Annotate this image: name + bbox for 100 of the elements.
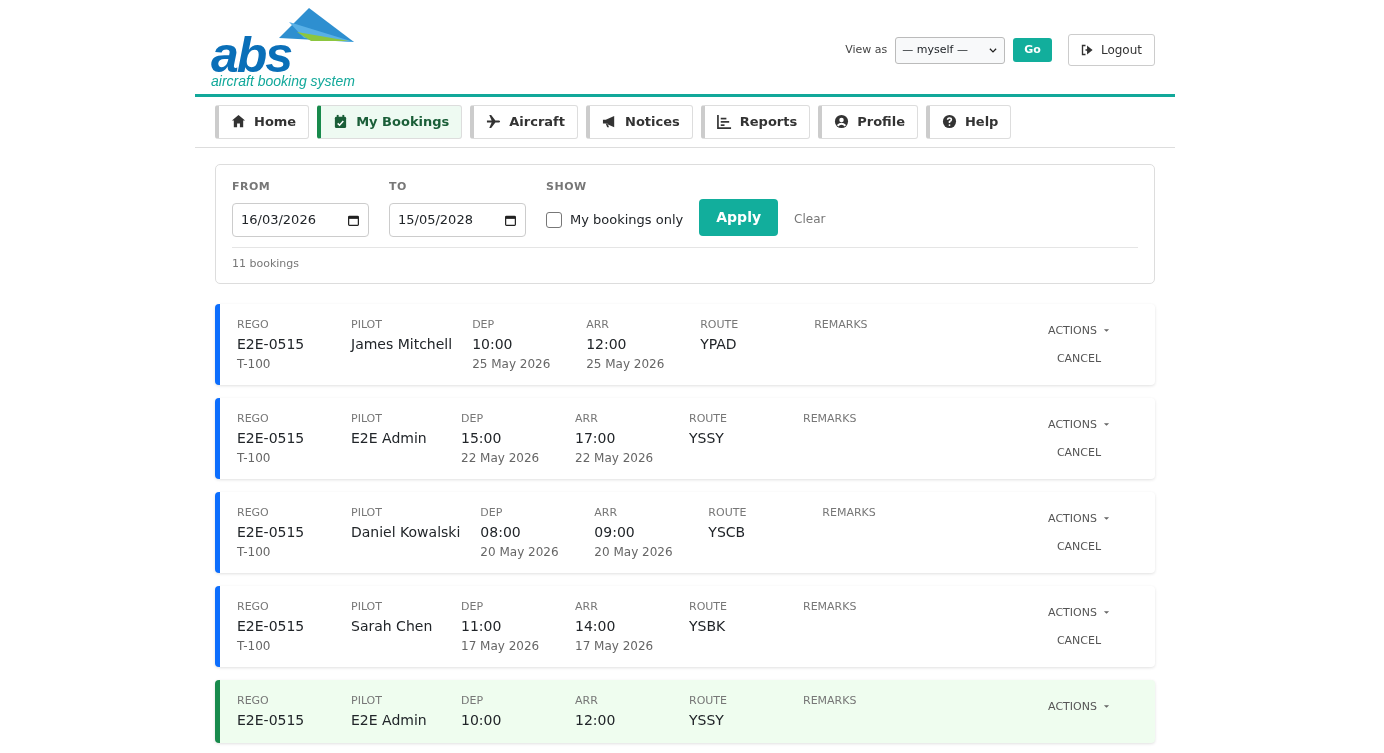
route-value: YSBK bbox=[689, 616, 727, 636]
pilot-name: Daniel Kowalski bbox=[351, 522, 461, 542]
column-label: ARR bbox=[594, 504, 619, 521]
arrival-time: 12:00 bbox=[586, 334, 628, 354]
caret-icon bbox=[1102, 421, 1110, 429]
pilot-name: E2E Admin bbox=[351, 428, 428, 448]
calendar-icon bbox=[504, 213, 517, 227]
cancel-button[interactable]: CANCEL bbox=[1056, 445, 1102, 462]
route-value: YSSY bbox=[689, 428, 725, 448]
column-label: REMARKS bbox=[803, 410, 858, 427]
arrival-time: 09:00 bbox=[594, 522, 636, 542]
megaphone-icon bbox=[602, 114, 617, 130]
arrival-date: 20 May 2026 bbox=[594, 543, 674, 561]
help-icon bbox=[941, 114, 957, 130]
bar-chart-icon bbox=[716, 114, 732, 130]
route-value: YSSY bbox=[689, 710, 725, 730]
actions-dropdown[interactable]: ACTIONS bbox=[1048, 510, 1110, 527]
nav-tab[interactable]: Notices bbox=[586, 105, 693, 139]
date-field[interactable]: 16/03/2026 bbox=[232, 203, 369, 237]
route-value: YPAD bbox=[700, 334, 738, 354]
column-label: PILOT bbox=[351, 316, 383, 333]
column-label: DEP bbox=[480, 504, 504, 521]
caret-icon bbox=[1102, 327, 1110, 335]
arrival-date: 25 May 2026 bbox=[586, 355, 666, 373]
column-label: ROUTE bbox=[689, 598, 729, 615]
pilot-name: Sarah Chen bbox=[351, 616, 434, 636]
caret-icon bbox=[1102, 703, 1110, 711]
caret-icon bbox=[1102, 609, 1110, 617]
to-label: TO bbox=[389, 178, 408, 195]
departure-time: 10:00 bbox=[472, 334, 514, 354]
column-label: ARR bbox=[575, 598, 599, 615]
checkbox[interactable] bbox=[546, 212, 562, 228]
column-label: REGO bbox=[237, 410, 270, 427]
departure-date: 25 May 2026 bbox=[472, 355, 552, 373]
column-label: PILOT bbox=[351, 692, 383, 709]
actions-dropdown[interactable]: ACTIONS bbox=[1048, 698, 1110, 715]
home-icon bbox=[231, 114, 246, 130]
column-label: PILOT bbox=[351, 410, 383, 427]
departure-time: 08:00 bbox=[480, 522, 522, 542]
date-field[interactable]: 15/05/2028 bbox=[389, 203, 526, 237]
column-label: REGO bbox=[237, 598, 270, 615]
aircraft-type: T-100 bbox=[237, 637, 272, 655]
cancel-button[interactable]: CANCEL bbox=[1056, 539, 1102, 556]
column-label: ROUTE bbox=[708, 504, 748, 521]
departure-time: 11:00 bbox=[461, 616, 503, 636]
checkbox-label: My bookings only bbox=[570, 211, 684, 230]
column-label: DEP bbox=[461, 692, 485, 709]
column-label: DEP bbox=[472, 316, 496, 333]
column-label: ROUTE bbox=[689, 692, 729, 709]
user-icon bbox=[834, 114, 850, 130]
caret-icon bbox=[1102, 515, 1110, 523]
column-label: DEP bbox=[461, 598, 485, 615]
calendar-icon bbox=[347, 213, 360, 227]
arrival-time: 12:00 bbox=[575, 710, 617, 730]
rego-value: E2E-0515 bbox=[237, 616, 306, 636]
view-as-label: View as bbox=[845, 41, 888, 58]
column-label: REGO bbox=[237, 692, 270, 709]
aircraft-type: T-100 bbox=[237, 355, 272, 373]
chevron-down-icon bbox=[988, 45, 999, 55]
actions-dropdown[interactable]: ACTIONS bbox=[1048, 322, 1110, 339]
nav-tab[interactable]: Home bbox=[215, 105, 310, 139]
column-label: REMARKS bbox=[814, 316, 869, 333]
rego-value: E2E-0515 bbox=[237, 522, 306, 542]
column-label: REMARKS bbox=[822, 504, 877, 521]
column-label: ROUTE bbox=[689, 410, 729, 427]
departure-time: 10:00 bbox=[461, 710, 503, 730]
rego-value: E2E-0515 bbox=[237, 710, 306, 730]
route-value: YSCB bbox=[708, 522, 747, 542]
arrival-date: 22 May 2026 bbox=[575, 449, 655, 467]
column-label: ROUTE bbox=[700, 316, 740, 333]
actions-dropdown[interactable]: ACTIONS bbox=[1048, 416, 1110, 433]
departure-time: 15:00 bbox=[461, 428, 503, 448]
logout-icon bbox=[1080, 44, 1093, 56]
view-as-select[interactable]: — myself — bbox=[895, 36, 1006, 64]
plane-icon bbox=[486, 114, 502, 130]
nav-tab[interactable]: Reports bbox=[700, 105, 811, 139]
cancel-button[interactable]: CANCEL bbox=[1056, 633, 1102, 650]
nav-tab[interactable]: My Bookings bbox=[317, 105, 463, 139]
departure-date: 22 May 2026 bbox=[461, 449, 541, 467]
calendar-icon bbox=[333, 114, 349, 130]
nav-tab[interactable]: Aircraft bbox=[470, 105, 578, 139]
column-label: ARR bbox=[575, 692, 599, 709]
nav-tab[interactable]: Profile bbox=[818, 105, 918, 139]
nav-tab[interactable]: Help bbox=[925, 105, 1012, 139]
departure-date: 17 May 2026 bbox=[461, 637, 541, 655]
logout-button[interactable]: Logout bbox=[1067, 34, 1155, 66]
from-label: FROM bbox=[232, 178, 272, 195]
column-label: REMARKS bbox=[803, 598, 858, 615]
column-label: ARR bbox=[575, 410, 599, 427]
arrival-date: 17 May 2026 bbox=[575, 637, 655, 655]
arrival-time: 14:00 bbox=[575, 616, 617, 636]
column-label: REGO bbox=[237, 504, 270, 521]
column-label: REMARKS bbox=[803, 692, 858, 709]
cancel-button[interactable]: CANCEL bbox=[1056, 351, 1102, 368]
clear-link[interactable]: Clear bbox=[794, 210, 826, 228]
actions-dropdown[interactable]: ACTIONS bbox=[1048, 604, 1110, 621]
rego-value: E2E-0515 bbox=[237, 334, 306, 354]
aircraft-type: T-100 bbox=[237, 449, 272, 467]
column-label: REGO bbox=[237, 316, 270, 333]
column-label: ARR bbox=[586, 316, 610, 333]
